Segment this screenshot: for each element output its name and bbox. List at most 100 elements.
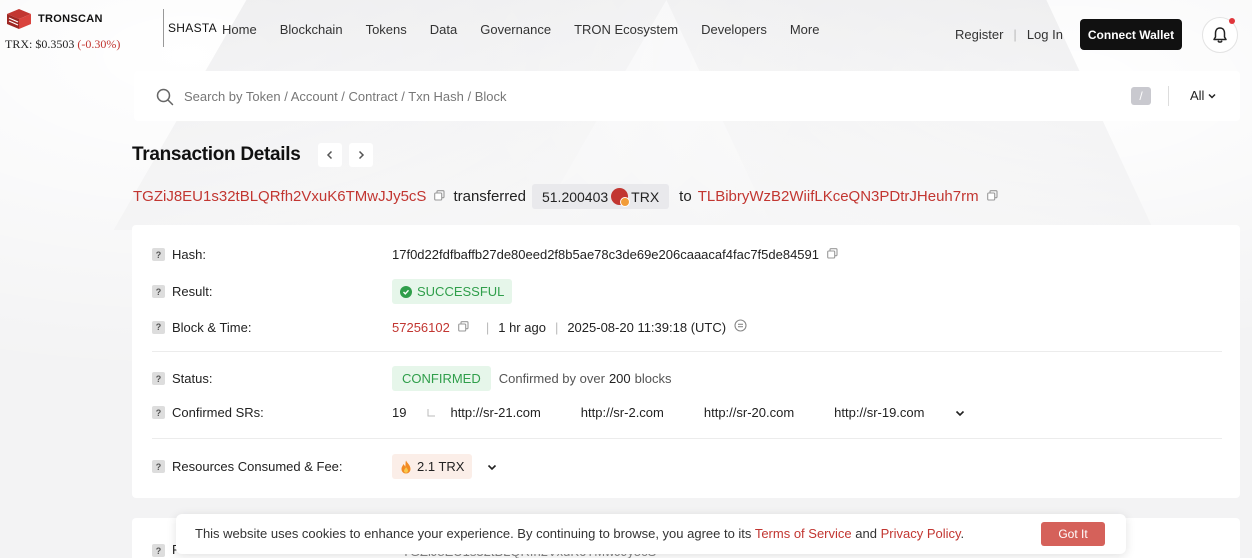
time-ago: 1 hr ago: [498, 319, 546, 335]
copy-from-button[interactable]: [434, 188, 445, 205]
clock-swap-icon: [734, 319, 747, 332]
confirmed-srs-row: ? Confirmed SRs: 19 http://sr-21.com htt…: [152, 405, 966, 420]
status-label: Status:: [172, 371, 213, 386]
trx-price: TRX: $0.3503 (-0.30%): [5, 37, 120, 52]
nav-governance[interactable]: Governance: [480, 22, 551, 37]
notification-dot: [1229, 18, 1235, 24]
auth-divider: |: [1013, 27, 1017, 42]
help-icon[interactable]: ?: [152, 460, 165, 473]
price-change: (-0.30%): [77, 37, 121, 51]
nav-home[interactable]: Home: [222, 22, 257, 37]
login-link[interactable]: Log In: [1027, 27, 1063, 42]
cookie-end: .: [960, 526, 965, 541]
confirmed-note-prefix: Confirmed by over: [498, 371, 605, 386]
to-address-link[interactable]: TLBibryWzB2WiifLKceQN3PDtrJHeuh7rm: [698, 188, 979, 205]
search-divider: [1168, 86, 1169, 106]
hash-value: 17f0d22fdfbaffb27de80eed2f8b5ae78c3de69e…: [392, 247, 820, 262]
result-value: SUCCESSFUL: [417, 284, 505, 299]
section-divider: [152, 438, 1222, 439]
tronscan-logo[interactable]: TRONSCAN: [5, 8, 103, 30]
divider: |: [485, 319, 490, 335]
cookie-text: This website uses cookies to enhance you…: [195, 526, 752, 541]
cookie-accept-button[interactable]: Got It: [1041, 522, 1105, 546]
copy-icon: [986, 190, 998, 201]
chevron-down-icon: [1208, 93, 1216, 99]
confirmed-badge: CONFIRMED: [392, 366, 491, 391]
resources-value-wrap: 2.1 TRX: [392, 454, 498, 479]
price-value: $0.3503: [35, 37, 75, 51]
block-time-label: Block & Time:: [172, 319, 252, 335]
help-icon[interactable]: ?: [152, 320, 165, 334]
fee-badge: 2.1 TRX: [392, 454, 473, 479]
nav-tron-ecosystem[interactable]: TRON Ecosystem: [574, 22, 678, 37]
chevron-left-icon: [326, 150, 333, 160]
cookie-and: and: [855, 526, 877, 541]
bell-icon: [1213, 27, 1227, 43]
notification-button[interactable]: [1202, 17, 1238, 53]
hash-row: ? Hash: 17f0d22fdfbaffb27de80eed2f8b5ae7…: [152, 247, 846, 262]
block-time-value: 57256102 | 1 hr ago | 2025-08-20 11:39:1…: [392, 319, 755, 335]
help-icon[interactable]: ?: [152, 406, 165, 419]
transferred-text: transferred: [453, 188, 526, 205]
confirmed-srs-label: Confirmed SRs:: [172, 405, 264, 420]
confirmed-srs-list: 19 http://sr-21.com http://sr-2.com http…: [392, 405, 966, 420]
price-label: TRX:: [5, 37, 33, 51]
cookie-banner: This website uses cookies to enhance you…: [176, 514, 1126, 554]
chevron-down-icon[interactable]: [486, 461, 498, 473]
amount-token: TRX: [631, 188, 660, 205]
timestamp: 2025-08-20 11:39:18 (UTC): [567, 319, 727, 335]
network-selector[interactable]: SHASTA: [168, 21, 217, 35]
search-filter-label: All: [1190, 88, 1205, 103]
help-icon[interactable]: ?: [152, 372, 165, 385]
chevron-down-icon[interactable]: [954, 407, 966, 419]
trx-token-icon: [611, 188, 631, 207]
connect-wallet-button[interactable]: Connect Wallet: [1080, 19, 1182, 50]
search-input[interactable]: [184, 85, 1084, 107]
nav-tokens[interactable]: Tokens: [366, 22, 407, 37]
sr-link[interactable]: http://sr-2.com: [581, 405, 664, 420]
fee-value: 2.1 TRX: [417, 459, 465, 474]
hash-label: Hash:: [172, 247, 206, 262]
copy-hash-button[interactable]: [827, 247, 838, 262]
copy-to-button[interactable]: [986, 188, 998, 205]
block-number-link[interactable]: 57256102: [392, 320, 450, 335]
transfer-summary: TGZiJ8EU1s32tBLQRfh2VxuK6TMwJJy5cS trans…: [133, 184, 1006, 209]
sr-count: 19: [392, 405, 407, 420]
next-transaction-button[interactable]: [349, 143, 373, 167]
previous-transaction-button[interactable]: [318, 143, 342, 167]
from-address-link[interactable]: TGZiJ8EU1s32tBLQRfh2VxuK6TMwJJy5cS: [133, 188, 426, 205]
terms-of-service-link[interactable]: Terms of Service: [755, 526, 852, 541]
status-row: ? Status: CONFIRMED Confirmed by over 20…: [152, 366, 672, 391]
register-link[interactable]: Register: [955, 27, 1003, 42]
divider: |: [554, 319, 559, 335]
search-icon: [156, 88, 174, 106]
check-circle-icon: [400, 285, 412, 298]
search-filter-dropdown[interactable]: All: [1190, 88, 1217, 103]
sr-link[interactable]: http://sr-20.com: [704, 405, 794, 420]
privacy-policy-link[interactable]: Privacy Policy: [881, 526, 961, 541]
nav-more[interactable]: More: [790, 22, 820, 37]
nav-developers[interactable]: Developers: [701, 22, 767, 37]
sr-link[interactable]: http://sr-19.com: [834, 405, 924, 420]
result-row: ? Result: SUCCESSFUL: [152, 279, 513, 304]
timezone-toggle-button[interactable]: [734, 319, 747, 335]
cookie-message: This website uses cookies to enhance you…: [195, 526, 964, 541]
nav-blockchain[interactable]: Blockchain: [280, 22, 343, 37]
transaction-details-card: ? Hash: 17f0d22fdfbaffb27de80eed2f8b5ae7…: [132, 225, 1240, 498]
help-icon[interactable]: ?: [152, 248, 165, 261]
brand-name: TRONSCAN: [38, 13, 103, 25]
copy-icon: [434, 190, 445, 201]
copy-block-button[interactable]: [457, 320, 469, 335]
help-icon[interactable]: ?: [152, 544, 165, 557]
to-text: to: [679, 188, 692, 205]
result-success-badge: SUCCESSFUL: [392, 279, 513, 304]
sr-link[interactable]: http://sr-21.com: [450, 405, 540, 420]
tree-branch-icon: [427, 408, 436, 416]
nav-data[interactable]: Data: [430, 22, 457, 37]
amount-badge: 51.200403 TRX: [531, 184, 670, 209]
chevron-right-icon: [358, 150, 365, 160]
resources-label: Resources Consumed & Fee:: [172, 459, 343, 474]
help-icon[interactable]: ?: [152, 285, 165, 298]
confirmed-note-suffix: blocks: [634, 371, 672, 386]
network-divider: [163, 9, 164, 47]
